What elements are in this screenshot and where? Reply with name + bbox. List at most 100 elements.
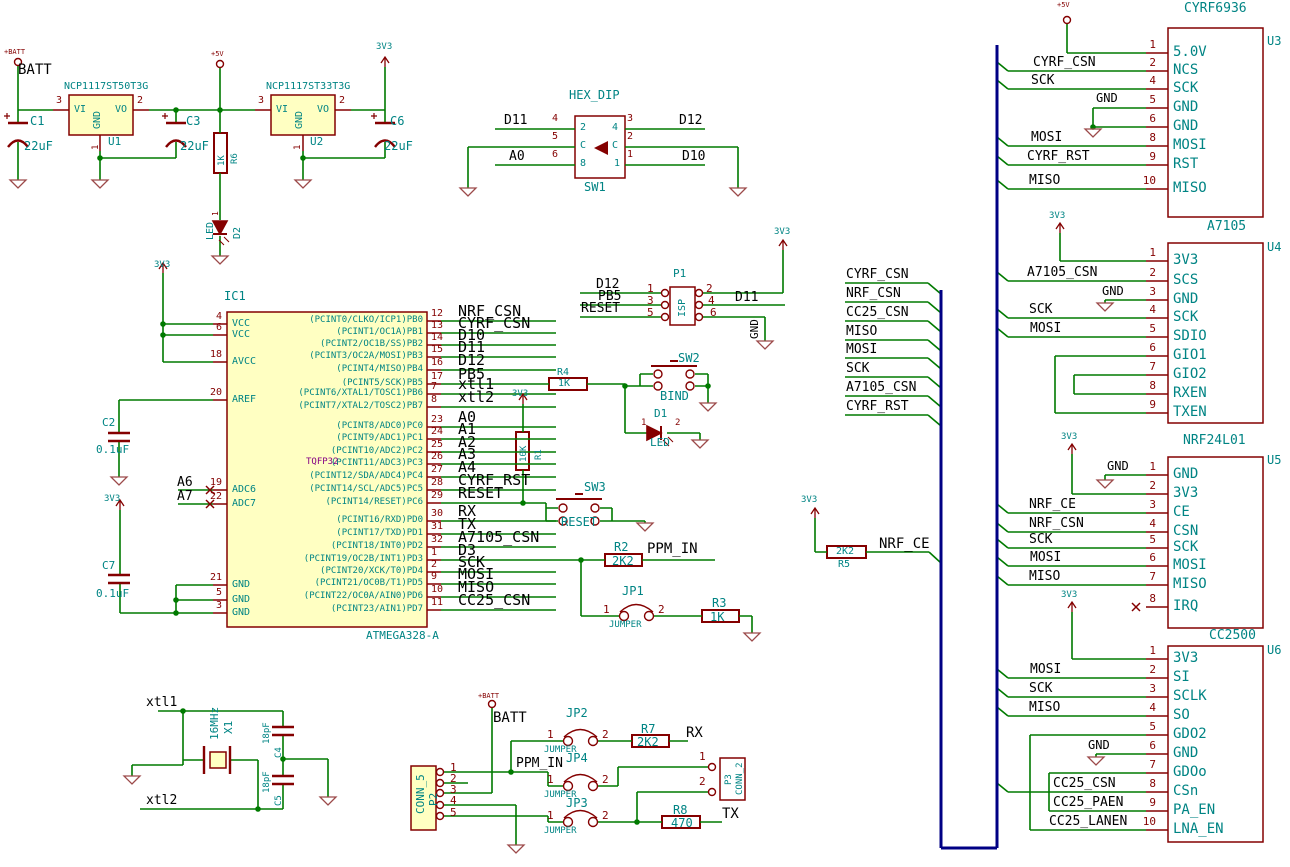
pin-number: 4 bbox=[1098, 304, 1156, 315]
component-value: 1K bbox=[218, 155, 227, 166]
module-pin-name: 3V3 bbox=[1173, 486, 1198, 500]
component-value: NCP1117ST33T3G bbox=[266, 82, 350, 92]
component-ref: U2 bbox=[310, 136, 323, 147]
module-pin-name: GDO2 bbox=[1173, 727, 1207, 741]
component-ref: C4 bbox=[275, 747, 284, 758]
component-ref: R8 bbox=[673, 804, 687, 816]
component-ref: R5 bbox=[838, 560, 850, 570]
schematic-canvas[interactable]: (PCINT0/CLKO/ICP1)PB0 12 NRF_CSN (PCINT1… bbox=[0, 0, 1290, 867]
module-pin-name: SCK bbox=[1173, 310, 1198, 324]
net-label: RESET bbox=[458, 486, 503, 501]
pin-number: 23 bbox=[431, 415, 443, 425]
net-label: CYRF_CSN bbox=[846, 268, 909, 281]
reg-pin-name: GND bbox=[93, 111, 103, 129]
pin-number: 13 bbox=[431, 321, 443, 331]
pin-number: 29 bbox=[431, 491, 443, 501]
net-label: CC25_LANEN bbox=[1049, 815, 1127, 828]
ic1-port-name: AVCC bbox=[232, 357, 256, 367]
module-pin-name: IRQ bbox=[1173, 599, 1198, 613]
component-value: 22uF bbox=[384, 140, 413, 152]
ic1-port-name: GND bbox=[232, 608, 250, 618]
reg-pin-name: VO bbox=[317, 105, 329, 115]
pin-number: 9 bbox=[1098, 151, 1156, 162]
pin-number: 7 bbox=[431, 382, 437, 392]
module-pin-name: SI bbox=[1173, 670, 1190, 684]
component-value: 2K2 bbox=[637, 736, 659, 748]
pin-number: 30 bbox=[431, 509, 443, 519]
ic1-port-name: VCC bbox=[232, 319, 250, 329]
ic1-port-name: (PCINT5/SCK)PB5 bbox=[233, 379, 423, 388]
pin-number: 1 bbox=[699, 751, 706, 762]
module-pin-name: GND bbox=[1173, 119, 1198, 133]
power-flag-label: +5V bbox=[211, 51, 224, 58]
component-value: LED bbox=[650, 437, 670, 448]
pin-number: 2 bbox=[431, 560, 437, 570]
pin-number: 1 bbox=[1098, 645, 1156, 656]
module-pin-name: 3V3 bbox=[1173, 651, 1198, 665]
net-label: D11 bbox=[735, 291, 758, 304]
component-value: 2K2 bbox=[612, 555, 634, 567]
net-label: RESET bbox=[581, 302, 620, 315]
module-pin-name: RST bbox=[1173, 157, 1198, 171]
net-label: GND bbox=[1088, 739, 1110, 751]
module-pin-name: MOSI bbox=[1173, 558, 1207, 572]
pin-number: 2 bbox=[339, 96, 345, 106]
pin-number: 2 bbox=[1098, 57, 1156, 68]
component-ref: R2 bbox=[614, 541, 628, 553]
net-label: A6 bbox=[177, 476, 193, 489]
ic1-port-name: GND bbox=[232, 595, 250, 605]
module-pin-name: TXEN bbox=[1173, 405, 1207, 419]
component-value: 0.1uF bbox=[96, 588, 129, 599]
net-label: PPM_IN bbox=[516, 757, 563, 770]
net-label: BATT bbox=[18, 63, 52, 77]
power-flag-label: +BATT bbox=[478, 693, 499, 700]
component-ref: P3 bbox=[725, 774, 734, 785]
pin-number: 3 bbox=[176, 601, 222, 611]
module-pin-name: 5.0V bbox=[1173, 45, 1207, 59]
component-ref: P2 bbox=[428, 793, 439, 806]
reg-pin-name: GND bbox=[295, 111, 305, 129]
pin-number: 11 bbox=[431, 598, 443, 608]
power-flag-label: 3V3 bbox=[376, 43, 392, 52]
pin-number: 4 bbox=[552, 114, 558, 124]
component-ref: JP1 bbox=[622, 585, 644, 597]
pin-number: 1 bbox=[647, 283, 654, 294]
net-label: NRF_CE bbox=[879, 537, 930, 551]
pin-number: 2 bbox=[1098, 664, 1156, 675]
component-bodies-white bbox=[575, 28, 1263, 842]
switch-pos-label: C bbox=[612, 141, 618, 151]
component-ref: SW1 bbox=[584, 181, 606, 193]
component-ref: IC1 bbox=[224, 290, 246, 302]
pin-number: 6 bbox=[1098, 342, 1156, 353]
component-label: BIND bbox=[660, 390, 689, 402]
component-ref: C1 bbox=[30, 115, 44, 127]
pin-number: 1 bbox=[92, 145, 101, 150]
reg-pin-name: VI bbox=[74, 105, 86, 115]
net-label: MOSI bbox=[1030, 663, 1061, 676]
pin-number: 5 bbox=[176, 588, 222, 598]
module-pin-name: SCLK bbox=[1173, 689, 1207, 703]
component-ref: C6 bbox=[390, 115, 404, 127]
reg-pin-name: VO bbox=[115, 105, 127, 115]
component-label: RESET bbox=[561, 516, 597, 528]
net-label: A7105_CSN bbox=[1027, 266, 1097, 279]
ic1-port-name: ADC7 bbox=[232, 499, 256, 509]
pin-number: 24 bbox=[431, 427, 443, 437]
pin-number: 20 bbox=[176, 388, 222, 398]
power-flag-label: 3V3 bbox=[774, 228, 790, 237]
pin-number: 8 bbox=[1098, 380, 1156, 391]
module-pin-name: GND bbox=[1173, 467, 1198, 481]
component-ref: C3 bbox=[186, 115, 200, 127]
module-pin-name: SCK bbox=[1173, 81, 1198, 95]
component-ref: R6 bbox=[231, 153, 240, 164]
ic1-port-name: (PCINT14/RESET)PC6 bbox=[233, 498, 423, 507]
pin-number: 5 bbox=[552, 132, 558, 142]
component-value: 1K bbox=[558, 379, 570, 389]
signal-bus bbox=[941, 45, 997, 848]
component-ref: U3 bbox=[1267, 35, 1281, 47]
net-label: A0 bbox=[509, 150, 525, 163]
ic1-port-name: ADC6 bbox=[232, 485, 256, 495]
power-flag-label: +5V bbox=[1057, 2, 1070, 9]
component-ref: U1 bbox=[108, 136, 121, 147]
ic1-port-name: (PCINT1/OC1A)PB1 bbox=[233, 328, 423, 337]
